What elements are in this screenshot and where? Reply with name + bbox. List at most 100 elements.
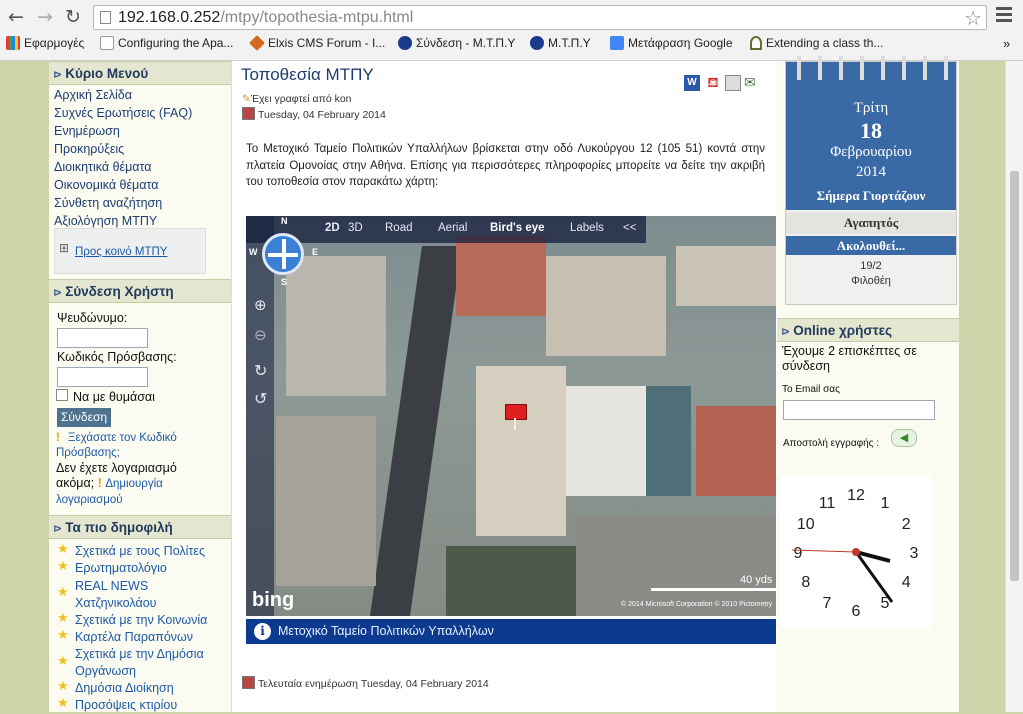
bookmark-translate[interactable]: Μετάφραση Google bbox=[610, 36, 733, 54]
left-column: ⊳ Κύριο Μενού Αρχική Σελίδα Συχνές Ερωτήσ… bbox=[49, 61, 231, 712]
rotate-right-icon[interactable]: ↻ bbox=[254, 361, 267, 380]
clock-face: 12 1234567891011 bbox=[791, 487, 919, 620]
main-menu-title: Κύριο Μενού bbox=[65, 66, 149, 81]
bookmark-label: Extending a class th... bbox=[766, 36, 884, 50]
clock-numeral: 3 bbox=[910, 545, 919, 562]
forgot-password-link[interactable]: ! Ξεχάσατε τον Κωδικό Πρόσβασης; bbox=[56, 431, 216, 461]
pdf-export-icon[interactable]: ⛾ bbox=[705, 75, 721, 91]
print-icon[interactable] bbox=[725, 75, 741, 91]
address-bar[interactable]: 192.168.0.252/mtpy/topothesia-mtpu.html … bbox=[93, 5, 987, 30]
bookmark-star-icon[interactable]: ☆ bbox=[964, 6, 982, 30]
reload-icon[interactable]: ↻ bbox=[62, 6, 84, 28]
public-mtpy-link[interactable]: Προς κοινό ΜΤΠΥ bbox=[75, 246, 167, 258]
map-collapse-button[interactable]: << bbox=[623, 222, 636, 234]
menu-item-announcements[interactable]: Προκηρύξεις bbox=[54, 140, 229, 158]
forward-arrow-icon[interactable]: → bbox=[34, 6, 56, 28]
bookmark-syndesi[interactable]: Σύνδεση - Μ.Τ.Π.Υ bbox=[398, 36, 515, 54]
zoom-out-icon[interactable]: ⊖ bbox=[254, 326, 267, 344]
nameday-next-name: Φιλοθέη bbox=[851, 275, 891, 287]
bookmark-label: Μ.Τ.Π.Υ bbox=[548, 36, 591, 50]
newsletter-email-input[interactable] bbox=[783, 400, 935, 420]
menu-item-faq[interactable]: Συχνές Ερωτήσεις (FAQ) bbox=[54, 104, 229, 122]
rotate-left-icon[interactable]: ↺ bbox=[254, 389, 267, 408]
calendar-date: 18 bbox=[860, 118, 882, 143]
article-body: Το Μετοχικό Ταμείο Πολιτικών Υπαλλήλων β… bbox=[246, 143, 765, 188]
bookmark-label: Configuring the Apa... bbox=[118, 36, 234, 50]
email-icon[interactable]: ✉ bbox=[744, 75, 762, 91]
popular-item[interactable]: Δημόσια Διοίκηση bbox=[75, 680, 231, 697]
forgot-password-text: Ξεχάσατε τον Κωδικό Πρόσβασης; bbox=[56, 432, 177, 459]
map-aerial-button[interactable]: Aerial bbox=[438, 222, 467, 234]
map-pin-icon[interactable] bbox=[505, 404, 527, 420]
bookmark-apps[interactable]: Εφαρμογές bbox=[6, 36, 84, 54]
nameday-next-date: 19/2 bbox=[860, 260, 882, 272]
map-building bbox=[546, 256, 666, 356]
bookmark-extending[interactable]: Extending a class th... bbox=[750, 36, 883, 54]
horseshoe-icon bbox=[750, 36, 762, 50]
map-birdseye-button[interactable]: Bird's eye bbox=[490, 222, 545, 234]
clock-numeral: 4 bbox=[902, 574, 911, 591]
article-date: Tuesday, 04 February 2014 bbox=[242, 107, 386, 121]
hamburger-menu-icon[interactable] bbox=[996, 7, 1012, 25]
popular-item[interactable]: Προσόψεις κτιρίου bbox=[75, 697, 231, 714]
scrollbar-thumb[interactable] bbox=[1010, 171, 1019, 581]
page-scrollbar[interactable] bbox=[1005, 61, 1023, 712]
bookmark-mtpy[interactable]: Μ.Τ.Π.Υ bbox=[530, 36, 591, 54]
date-text: Tuesday, 04 February 2014 bbox=[258, 109, 386, 121]
menu-item-news[interactable]: Ενημέρωση bbox=[54, 122, 229, 140]
last-updated-text: Τελευταία ενημέρωση Tuesday, 04 February… bbox=[258, 678, 489, 690]
menu-item-advanced-search[interactable]: Σύνθετη αναζήτηση bbox=[54, 194, 229, 212]
popular-item[interactable]: Σχετικά με τους Πολίτες bbox=[75, 543, 231, 560]
popular-header: ⊳ Τα πιο δημοφιλή bbox=[49, 515, 231, 539]
menu-item-admin[interactable]: Διοικητικά θέματα bbox=[54, 158, 229, 176]
bing-map[interactable]: 2D 3D Road Aerial Bird's eye Labels << N… bbox=[246, 216, 776, 616]
map-3d-button[interactable]: 3D bbox=[348, 222, 363, 234]
public-submenu-box: ⊞ Προς κοινό ΜΤΠΥ bbox=[54, 228, 206, 274]
map-building bbox=[476, 366, 566, 536]
arrow-icon: ⊳ bbox=[53, 286, 63, 299]
popular-item[interactable]: REAL NEWS Χατζηνικολάου bbox=[75, 578, 195, 611]
login-header: ⊳ Σύνδεση Χρήστη bbox=[49, 279, 231, 303]
arrow-icon: ⊳ bbox=[781, 325, 791, 338]
remember-checkbox[interactable] bbox=[56, 389, 68, 401]
popular-item[interactable]: Καρτέλα Παραπόνων bbox=[75, 629, 231, 646]
map-road-button[interactable]: Road bbox=[385, 222, 413, 234]
map-scale-bar bbox=[651, 588, 776, 591]
password-input[interactable] bbox=[57, 367, 148, 387]
bookmark-elxis[interactable]: Elxis CMS Forum - I... bbox=[249, 35, 385, 54]
pencil-icon: ✎ bbox=[242, 93, 251, 105]
popular-item[interactable]: Σχετικά με την Δημόσια Οργάνωση bbox=[75, 646, 231, 679]
bookmarks-overflow[interactable]: » bbox=[1003, 36, 1010, 54]
popular-item[interactable]: Σχετικά με την Κοινωνία bbox=[75, 612, 231, 629]
subscribe-send-icon[interactable]: ◀ bbox=[891, 429, 917, 447]
back-arrow-icon[interactable]: ← bbox=[5, 6, 27, 28]
word-export-icon[interactable]: W bbox=[684, 75, 700, 91]
popular-star-icon: ★ bbox=[57, 611, 69, 626]
map-compass-icon[interactable] bbox=[262, 233, 304, 275]
map-2d-button[interactable]: 2D bbox=[325, 222, 340, 234]
map-building bbox=[676, 246, 776, 306]
map-side-panel bbox=[246, 216, 274, 616]
exclamation-icon: ! bbox=[97, 476, 102, 490]
menu-item-financial[interactable]: Οικονομικά θέματα bbox=[54, 176, 229, 194]
bookmark-apache[interactable]: Configuring the Apa... bbox=[100, 36, 233, 54]
map-caption: Μετοχικό Ταμείο Πολιτικών Υπαλλήλων bbox=[278, 624, 494, 638]
browser-chrome: ← → ↻ 192.168.0.252/mtpy/topothesia-mtpu… bbox=[0, 0, 1023, 61]
login-submit-button[interactable]: Σύνδεση bbox=[57, 408, 111, 427]
clock-numeral: 10 bbox=[797, 516, 815, 533]
online-header: ⊳ Online χρήστες bbox=[777, 318, 959, 342]
mtpy-logo-icon bbox=[398, 36, 412, 50]
username-input[interactable] bbox=[57, 328, 148, 348]
expand-plus-icon[interactable]: ⊞ bbox=[59, 241, 69, 255]
url-text: 192.168.0.252/mtpy/topothesia-mtpu.html bbox=[118, 9, 413, 27]
bookmark-label: Σύνδεση - Μ.Τ.Π.Υ bbox=[416, 36, 516, 50]
compass-horizontal bbox=[268, 253, 298, 257]
menu-item-home[interactable]: Αρχική Σελίδα bbox=[54, 86, 229, 104]
map-scale-label: 40 yds bbox=[740, 574, 773, 586]
nameday-header: Σήμερα Γιορτάζουν bbox=[816, 188, 926, 203]
nameday-more[interactable]: Ακολουθεί... bbox=[786, 236, 956, 255]
zoom-in-icon[interactable]: ⊕ bbox=[254, 296, 267, 314]
article-author: ✎Έχει γραφτεί από kon bbox=[242, 93, 352, 105]
map-labels-button[interactable]: Labels bbox=[570, 222, 604, 234]
popular-item[interactable]: Ερωτηματολόγιο bbox=[75, 560, 231, 577]
